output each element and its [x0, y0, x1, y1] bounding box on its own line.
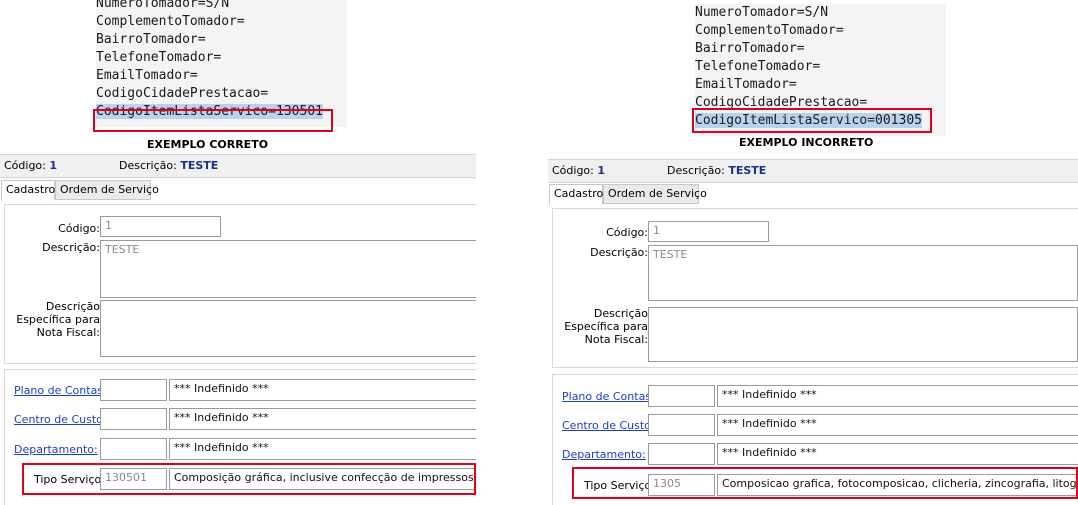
code-line: BairroTomador= [96, 32, 206, 47]
plano-de-contas-desc: *** Indefinido *** [169, 379, 476, 401]
departamento-desc: *** Indefinido *** [169, 438, 476, 460]
desc-nf-line-2: Específica para [564, 320, 648, 333]
record-header: Código: 1 Descrição: TESTE [0, 154, 476, 178]
departamento-desc: *** Indefinido *** [717, 443, 1078, 465]
form-codigo-label: Código: [606, 226, 648, 239]
tab-bar: Cadastro Ordem de Serviço [548, 184, 1078, 205]
descricao-label: Descrição: [667, 164, 725, 177]
code-line: EmailTomador= [695, 77, 797, 92]
highlight-box [22, 463, 476, 495]
main-form-frame: Código: 1 Descrição: TESTE Descrição Esp… [4, 204, 476, 364]
example-correct-panel: NumeroTomador=S/N ComplementoTomador= Ba… [0, 0, 476, 505]
form-descricao-label: Descrição: [42, 241, 100, 254]
main-form-frame: Código: 1 Descrição: TESTE Descrição Esp… [552, 208, 1078, 368]
descricao-nota-fiscal-textarea[interactable] [648, 307, 1078, 362]
plano-de-contas-link[interactable]: Plano de Contas: [562, 391, 655, 402]
code-line: TelefoneTomador= [695, 59, 821, 74]
codigo-input[interactable]: 1 [648, 221, 769, 242]
form-codigo-label: Código: [58, 222, 100, 235]
descricao-value: TESTE [180, 159, 219, 172]
departamento-code-input[interactable] [648, 443, 715, 465]
codigo-value: 1 [49, 159, 58, 172]
departamento-link[interactable]: Departamento: [14, 444, 98, 455]
desc-nf-line-1: Descrição [45, 300, 100, 313]
centro-de-custo-desc: *** Indefinido *** [169, 408, 476, 430]
code-line: BairroTomador= [695, 41, 805, 56]
desc-nf-line-2: Específica para [16, 313, 100, 326]
tab-ordem-de-servico[interactable]: Ordem de Serviço [603, 184, 707, 204]
highlight-box [572, 467, 1078, 499]
highlight-box [692, 108, 932, 133]
codigo-value: 1 [597, 164, 606, 177]
descricao-nota-fiscal-textarea[interactable] [100, 300, 476, 357]
codigo-input[interactable]: 1 [100, 216, 221, 237]
highlight-box [93, 109, 333, 132]
centro-de-custo-code-input[interactable] [648, 414, 715, 436]
departamento-link[interactable]: Departamento: [562, 449, 646, 460]
code-line: NumeroTomador=S/N [96, 0, 230, 11]
descricao-textarea[interactable]: TESTE [648, 245, 1078, 301]
desc-nf-line-1: Descrição [593, 307, 648, 320]
tab-cadastro[interactable]: Cadastro [549, 184, 603, 205]
descricao-value: TESTE [728, 164, 767, 177]
example-caption: EXEMPLO CORRETO [147, 138, 269, 151]
centro-de-custo-desc: *** Indefinido *** [717, 414, 1078, 436]
tab-ordem-de-servico[interactable]: Ordem de Serviço [55, 180, 159, 200]
code-line: TelefoneTomador= [96, 50, 222, 65]
plano-de-contas-desc: *** Indefinido *** [717, 385, 1078, 407]
codigo-label: Código: [552, 164, 594, 177]
form-descricao-label: Descrição: [590, 246, 648, 259]
codigo-label: Código: [4, 159, 46, 172]
tab-bar: Cadastro Ordem de Serviço [0, 180, 476, 201]
descricao-label: Descrição: [119, 159, 177, 172]
plano-de-contas-code-input[interactable] [100, 379, 167, 401]
descricao-textarea[interactable]: TESTE [100, 240, 476, 298]
centro-de-custo-link[interactable]: Centro de Custo: [14, 414, 107, 425]
config-text-block: NumeroTomador=S/N ComplementoTomador= Ba… [96, 0, 347, 127]
code-line: ComplementoTomador= [96, 14, 245, 29]
plano-de-contas-link[interactable]: Plano de Contas: [14, 385, 107, 396]
centro-de-custo-code-input[interactable] [100, 408, 167, 430]
code-line: NumeroTomador=S/N [695, 5, 829, 20]
plano-de-contas-code-input[interactable] [648, 385, 715, 407]
departamento-code-input[interactable] [100, 438, 167, 460]
code-line: CodigoCidadePrestacao= [96, 86, 269, 101]
record-header: Código: 1 Descrição: TESTE [548, 159, 1078, 183]
centro-de-custo-link[interactable]: Centro de Custo: [562, 420, 655, 431]
desc-nf-line-3: Nota Fiscal: [584, 333, 648, 346]
desc-nf-line-3: Nota Fiscal: [36, 326, 100, 339]
example-incorrect-panel: NumeroTomador=S/N ComplementoTomador= Ba… [548, 0, 1078, 505]
example-caption: EXEMPLO INCORRETO [739, 136, 874, 149]
code-line: ComplementoTomador= [695, 23, 844, 38]
tab-cadastro[interactable]: Cadastro [1, 180, 55, 201]
code-line: EmailTomador= [96, 68, 198, 83]
